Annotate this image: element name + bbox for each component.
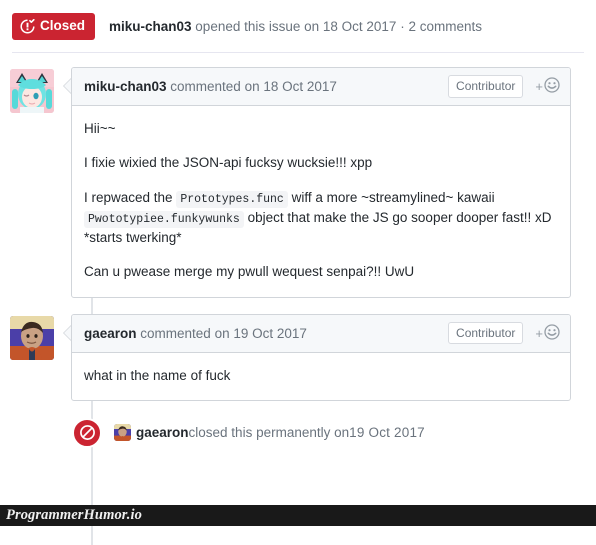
issue-author-link[interactable]: miku-chan03 — [109, 19, 192, 34]
closed-event-text: gaearon closed this permanently on 19 Oc… — [114, 424, 425, 442]
comment-byline: gaearon commented on 19 Oct 2017 — [84, 326, 440, 341]
status-badge: Closed — [12, 12, 96, 40]
issue-timeline: miku-chan03 commented on 18 Oct 2017 Con… — [0, 67, 596, 545]
issue-meta-separator: · — [396, 18, 409, 34]
comment-byline: miku-chan03 commented on 18 Oct 2017 — [84, 79, 440, 94]
status-badge-label: Closed — [40, 18, 86, 34]
comment-date: 18 Oct 2017 — [263, 79, 337, 94]
comment-header: gaearon commented on 19 Oct 2017 Contrib… — [72, 314, 570, 353]
comment-pointer — [63, 78, 71, 94]
issue-closed-icon — [20, 18, 35, 34]
comment-paragraph: I repwaced the Prototypes.func wiff a mo… — [84, 189, 552, 245]
plus-sign: + — [535, 79, 543, 94]
contributor-badge: Contributor — [448, 321, 524, 345]
smiley-face-icon — [544, 323, 560, 343]
event-action-text: closed this permanently on — [188, 425, 350, 441]
comment-box: gaearon commented on 19 Oct 2017 Contrib… — [71, 313, 571, 401]
comment-paragraph: Can u pwease merge my pwull wequest senp… — [84, 264, 415, 280]
issue-status-header: Closed miku-chan03 opened this issue on … — [0, 0, 596, 40]
plus-sign: + — [535, 325, 543, 341]
event-actor-link[interactable]: gaearon — [136, 425, 189, 440]
comment-paragraph: I fixie wixied the JSON-api fucksy wucks… — [84, 155, 373, 171]
inline-code: Pwototypiee.funkywunks — [84, 210, 244, 228]
comment-date: 19 Oct 2017 — [233, 325, 307, 341]
comment-thread-item: gaearon commented on 19 Oct 2017 Contrib… — [0, 313, 596, 401]
watermark-text: ProgrammerHumor.io — [6, 507, 142, 523]
inline-code: Prototypes.func — [176, 190, 288, 208]
issue-opened-text: opened this issue on — [191, 18, 323, 34]
watermark-bar: ProgrammerHumor.io — [0, 505, 596, 526]
comment-container: miku-chan03 commented on 18 Oct 2017 Con… — [63, 67, 571, 298]
comment-action-text: commented on — [166, 79, 264, 94]
comment-author-link[interactable]: miku-chan03 — [84, 79, 167, 94]
issue-comment-count: 2 comments — [408, 18, 482, 34]
comment-thread-item: miku-chan03 commented on 18 Oct 2017 Con… — [0, 67, 596, 298]
comment-body-0: Hii~~ I fixie wixied the JSON-api fucksy … — [72, 106, 570, 297]
comment-header: miku-chan03 commented on 18 Oct 2017 Con… — [72, 68, 570, 106]
smiley-face-icon — [544, 77, 560, 96]
header-divider — [12, 52, 584, 53]
add-reaction-button[interactable]: + — [535, 77, 560, 96]
event-date: 19 Oct 2017 — [349, 425, 425, 441]
add-reaction-button[interactable]: + — [535, 323, 560, 343]
comment-author-link[interactable]: gaearon — [84, 326, 137, 341]
comment-box: miku-chan03 commented on 18 Oct 2017 Con… — [71, 67, 571, 298]
avatar[interactable] — [10, 315, 54, 360]
issue-opened-date: 18 Oct 2017 — [322, 18, 397, 34]
blocked-circle-icon — [72, 417, 102, 448]
contributor-badge: Contributor — [448, 75, 524, 98]
comment-body-1: what in the name of fuck — [72, 353, 570, 400]
comment-paragraph: what in the name of fuck — [84, 367, 231, 383]
comment-action-text: commented on — [136, 325, 234, 341]
avatar[interactable] — [10, 69, 54, 113]
mini-avatar[interactable] — [114, 424, 131, 442]
comment-pointer — [63, 324, 71, 341]
closed-event-row: gaearon closed this permanently on 19 Oc… — [0, 413, 596, 453]
comment-paragraph: Hii~~ — [84, 121, 116, 136]
comment-container: gaearon commented on 19 Oct 2017 Contrib… — [63, 313, 571, 401]
issue-meta-line: miku-chan03 opened this issue on 18 Oct … — [109, 19, 482, 34]
